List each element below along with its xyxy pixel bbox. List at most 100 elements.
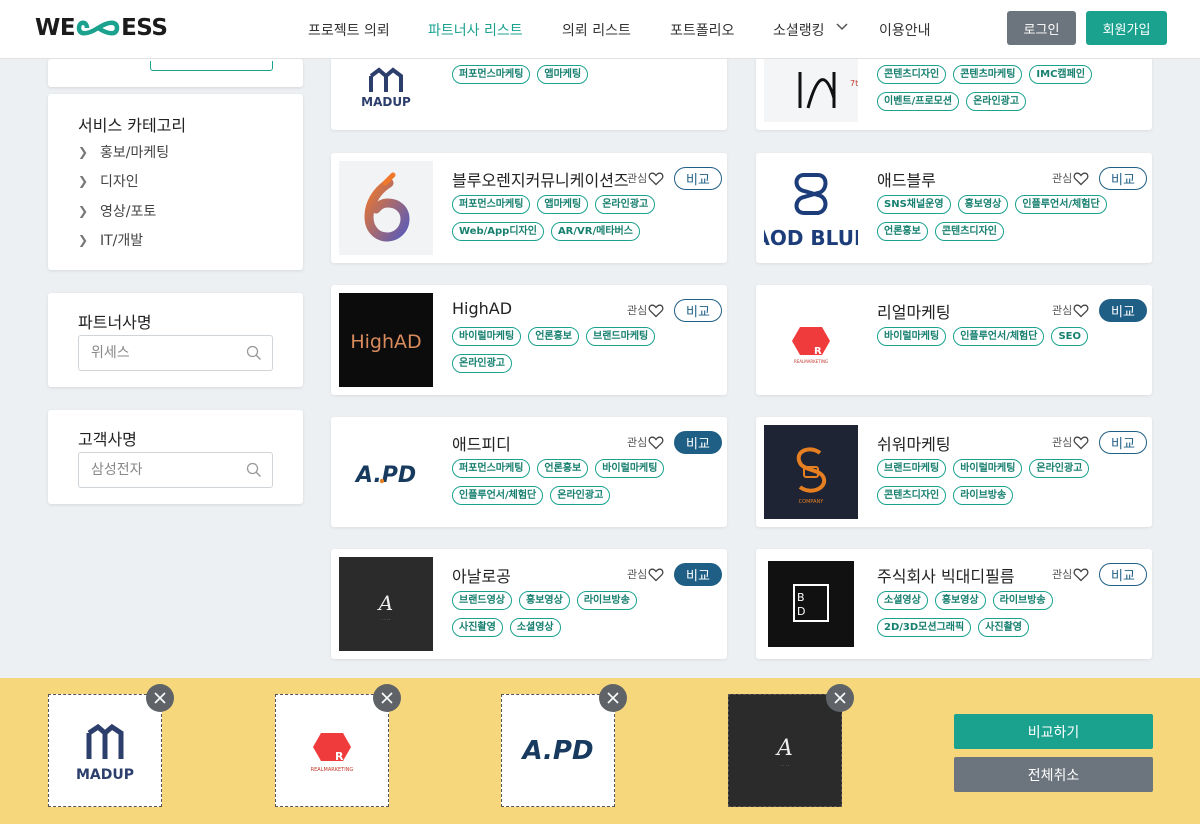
tag[interactable]: 언론홍보	[537, 459, 589, 478]
partner-name-input[interactable]	[91, 345, 231, 361]
close-icon[interactable]	[146, 684, 174, 712]
tag[interactable]: 소셜영상	[509, 618, 561, 637]
like-toggle[interactable]: 관심	[1052, 170, 1089, 186]
compare-button[interactable]: 비교	[674, 167, 722, 190]
partner-card-adpd[interactable]: A.PD 애드피디 관심 비교 퍼포먼스마케팅 언론홍보 바이럴마케팅 인플루언…	[331, 417, 727, 527]
tag[interactable]: 인플루언서/체험단	[452, 486, 544, 505]
category-item-it-dev[interactable]: ❯ IT/개발	[78, 230, 143, 250]
nav-social-ranking[interactable]: 소셜랭킹	[773, 20, 825, 40]
tag[interactable]: 사진촬영	[452, 618, 503, 637]
tag[interactable]: 콘텐츠마케팅	[953, 65, 1023, 84]
close-icon[interactable]	[826, 684, 854, 712]
tag[interactable]: 2D/3D모션그래픽	[877, 618, 972, 637]
close-icon[interactable]	[599, 684, 627, 712]
partner-name[interactable]: 쉬워마케팅	[877, 431, 951, 455]
tag[interactable]: 온라인광고	[1029, 459, 1090, 478]
compare-slot-real-marketing[interactable]: R REALMARKETING	[275, 694, 389, 807]
tag[interactable]: AR/VR/메타버스	[550, 222, 640, 241]
partner-name[interactable]: 애드피디	[452, 431, 511, 455]
search-icon[interactable]	[246, 345, 262, 361]
tag[interactable]: 바이럴마케팅	[953, 459, 1023, 478]
tag[interactable]: 콘텐츠디자인	[877, 65, 947, 84]
tag[interactable]: 앱마케팅	[537, 195, 589, 214]
compare-slot-madup[interactable]: MADUP	[48, 694, 162, 807]
tag[interactable]: IMC캠페인	[1029, 65, 1093, 84]
like-toggle[interactable]: 관심	[1052, 434, 1089, 450]
partner-card-highad[interactable]: HighAD HighAD 관심 비교 바이럴마케팅 언론홍보 브랜드마케팅 온…	[331, 285, 727, 395]
partner-name[interactable]: 블루오렌지커뮤니케이션즈	[452, 167, 629, 191]
tag[interactable]: 언론홍보	[528, 327, 580, 346]
tag[interactable]: 콘텐츠디자인	[877, 486, 947, 505]
like-toggle[interactable]: 관심	[627, 566, 664, 582]
tag[interactable]: 브랜드마케팅	[586, 327, 656, 346]
compare-button[interactable]: 비교	[1099, 167, 1147, 190]
nav-guide[interactable]: 이용안내	[879, 20, 931, 40]
tag[interactable]: 라이브방송	[992, 591, 1053, 610]
tag[interactable]: 콘텐츠디자인	[934, 222, 1005, 241]
site-logo[interactable]: WE ESS	[35, 15, 168, 41]
category-item-marketing[interactable]: ❯ 홍보/마케팅	[78, 142, 169, 162]
compare-button[interactable]: 비교	[674, 299, 722, 322]
tag[interactable]: 바이럴마케팅	[877, 327, 947, 346]
category-item-design[interactable]: ❯ 디자인	[78, 171, 139, 191]
tag[interactable]: SNS채널운영	[877, 195, 951, 214]
tag[interactable]: 홍보영상	[957, 195, 1009, 214]
nav-portfolio[interactable]: 포트폴리오	[670, 20, 734, 40]
partner-name[interactable]: 리얼마케팅	[877, 299, 951, 323]
tag[interactable]: 홍보영상	[934, 591, 986, 610]
tag[interactable]: 바이럴마케팅	[452, 327, 522, 346]
category-item-video-photo[interactable]: ❯ 영상/포토	[78, 201, 156, 221]
nav-project-request[interactable]: 프로젝트 의뢰	[308, 20, 390, 40]
tag[interactable]: 홍보영상	[519, 591, 570, 610]
login-button[interactable]: 로그인	[1007, 11, 1076, 45]
partner-name[interactable]: 애드블루	[877, 167, 936, 191]
nav-partner-list[interactable]: 파트너사 리스트	[428, 20, 523, 40]
compare-slot-analogong[interactable]: A · · · ·	[728, 694, 842, 807]
tag[interactable]: 라이브방송	[576, 591, 637, 610]
compare-button[interactable]: 비교	[1099, 431, 1147, 454]
tag[interactable]: SEO	[1051, 327, 1089, 346]
tag[interactable]: 언론홍보	[877, 222, 928, 241]
like-toggle[interactable]: 관심	[1052, 566, 1089, 582]
client-name-field[interactable]	[78, 452, 273, 488]
chevron-down-icon[interactable]	[836, 23, 848, 31]
client-name-input[interactable]	[91, 462, 231, 478]
tag[interactable]: 브랜드영상	[452, 591, 512, 610]
signup-button[interactable]: 회원가입	[1086, 11, 1167, 45]
partial-input[interactable]	[150, 61, 273, 71]
tag[interactable]: 인플루언서/체험단	[953, 327, 1045, 346]
tag[interactable]: 온라인광고	[550, 486, 611, 505]
close-icon[interactable]	[373, 684, 401, 712]
like-toggle[interactable]: 관심	[1052, 302, 1089, 318]
tag[interactable]: 소셜영상	[877, 591, 928, 610]
compare-button-selected[interactable]: 비교	[1099, 299, 1147, 322]
tag[interactable]: 온라인광고	[966, 92, 1027, 111]
tag[interactable]: 퍼포먼스마케팅	[452, 65, 531, 84]
tag[interactable]: 브랜드마케팅	[877, 459, 947, 478]
tag[interactable]: 앱마케팅	[537, 65, 589, 84]
nav-request-list[interactable]: 의뢰 리스트	[562, 20, 631, 40]
tag[interactable]: Web/App디자인	[452, 222, 544, 241]
compare-submit-button[interactable]: 비교하기	[954, 714, 1153, 749]
tag[interactable]: 온라인광고	[595, 195, 656, 214]
like-toggle[interactable]: 관심	[627, 302, 664, 318]
compare-button-selected[interactable]: 비교	[674, 431, 722, 454]
tag[interactable]: 온라인광고	[452, 354, 512, 373]
tag[interactable]: 퍼포먼스마케팅	[452, 459, 531, 478]
tag[interactable]: 사진촬영	[978, 618, 1029, 637]
tag[interactable]: 라이브방송	[953, 486, 1014, 505]
like-toggle[interactable]: 관심	[627, 434, 664, 450]
compare-button[interactable]: 비교	[1099, 563, 1147, 586]
partner-card-swiwo[interactable]: COMPANY 쉬워마케팅 관심 비교 브랜드마케팅 바이럴마케팅 온라인광고 …	[756, 417, 1152, 527]
like-toggle[interactable]: 관심	[627, 170, 664, 186]
partner-card-real-marketing[interactable]: R REALMARKETING 리얼마케팅 관심 비교 바이럴마케팅 인플루언서…	[756, 285, 1152, 395]
tag[interactable]: 퍼포먼스마케팅	[452, 195, 531, 214]
partner-name-field[interactable]	[78, 335, 273, 371]
compare-slot-adpd[interactable]: A.PD	[501, 694, 615, 807]
partner-card-blue-orange[interactable]: 블루오렌지커뮤니케이션즈 관심 비교 퍼포먼스마케팅 앱마케팅 온라인광고 We…	[331, 153, 727, 263]
partner-card-analogong[interactable]: A · · · · 아날로공 관심 비교 브랜드영상 홍보영상 라이브방송 사진…	[331, 549, 727, 659]
partner-name[interactable]: 주식회사 빅대디필름	[877, 563, 1015, 587]
search-icon[interactable]	[246, 462, 262, 478]
cancel-all-button[interactable]: 전체취소	[954, 757, 1153, 792]
tag[interactable]: 이벤트/프로모션	[877, 92, 960, 111]
